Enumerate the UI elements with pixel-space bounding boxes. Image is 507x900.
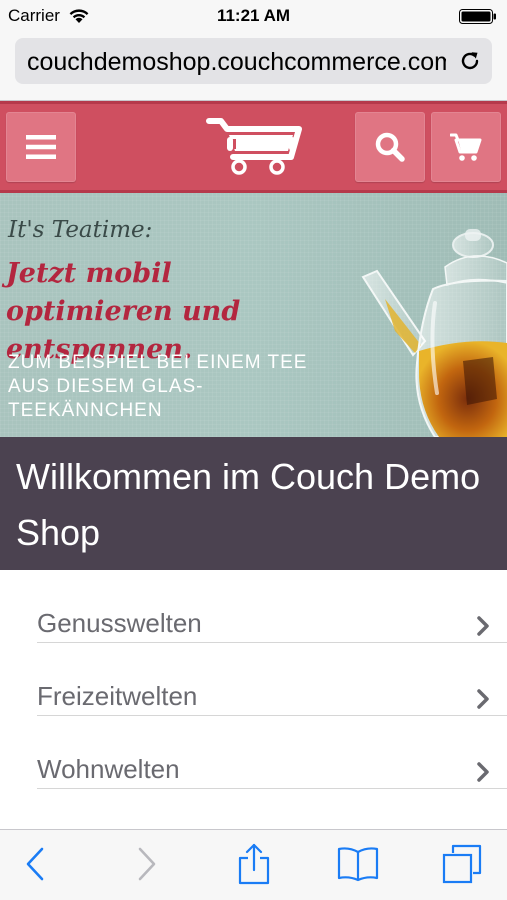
- back-icon: [26, 847, 44, 881]
- clock: 11:21 AM: [216, 6, 291, 25]
- category-item-wohnwelten[interactable]: Wohnwelten: [37, 716, 507, 789]
- shop-header: [0, 101, 507, 193]
- couch-cart-logo[interactable]: [205, 115, 305, 177]
- category-label: Freizeitwelten: [37, 681, 198, 711]
- bookmarks-button[interactable]: [336, 844, 380, 884]
- address-bar[interactable]: couchdemoshop.couchcommerce.com: [15, 38, 492, 84]
- browser-toolbar: [0, 829, 507, 900]
- search-icon: [375, 132, 405, 162]
- category-item-freizeitwelten[interactable]: Freizeitwelten: [37, 643, 507, 716]
- chevron-right-icon: [477, 616, 489, 636]
- welcome-title: Willkommen im Couch Demo Shop: [16, 456, 481, 553]
- reload-icon[interactable]: [458, 49, 482, 73]
- search-button[interactable]: [355, 112, 425, 182]
- bookmarks-icon: [337, 847, 379, 882]
- category-label: Wohnwelten: [37, 754, 180, 784]
- back-button[interactable]: [18, 844, 52, 884]
- welcome-section: Willkommen im Couch Demo Shop: [0, 437, 507, 570]
- chevron-right-icon: [477, 689, 489, 709]
- tabs-button[interactable]: [440, 844, 484, 884]
- promo-banner[interactable]: It's Teatime: Jetzt mobil optimieren und…: [0, 193, 507, 437]
- hamburger-icon: [26, 135, 56, 159]
- tabs-icon: [442, 844, 482, 884]
- share-button[interactable]: [234, 843, 274, 885]
- category-item-genusswelten[interactable]: Genusswelten: [37, 570, 507, 643]
- category-label: Genusswelten: [37, 608, 202, 638]
- glass-teapot-image: [361, 229, 507, 437]
- screen: Carrier 11:21 AM couchdemoshop.couchcomm…: [0, 0, 507, 900]
- forward-button[interactable]: [130, 844, 164, 884]
- status-bar: Carrier 11:21 AM: [0, 0, 507, 32]
- address-bar-area: couchdemoshop.couchcommerce.com: [0, 32, 507, 101]
- cart-button[interactable]: [431, 112, 501, 182]
- chevron-right-icon: [477, 762, 489, 782]
- url-text[interactable]: couchdemoshop.couchcommerce.com: [27, 48, 446, 77]
- share-icon: [238, 843, 270, 885]
- menu-button[interactable]: [6, 112, 76, 182]
- forward-icon: [138, 847, 156, 881]
- banner-subline: ZUM BEISPIEL BEI EINEM TEE AUS DIESEM GL…: [8, 352, 308, 421]
- banner-kicker: It's Teatime:: [8, 217, 153, 243]
- battery-icon: [459, 9, 496, 24]
- cart-icon: [450, 133, 482, 161]
- category-list: Genusswelten Freizeitwelten Wohnwelten: [0, 570, 507, 789]
